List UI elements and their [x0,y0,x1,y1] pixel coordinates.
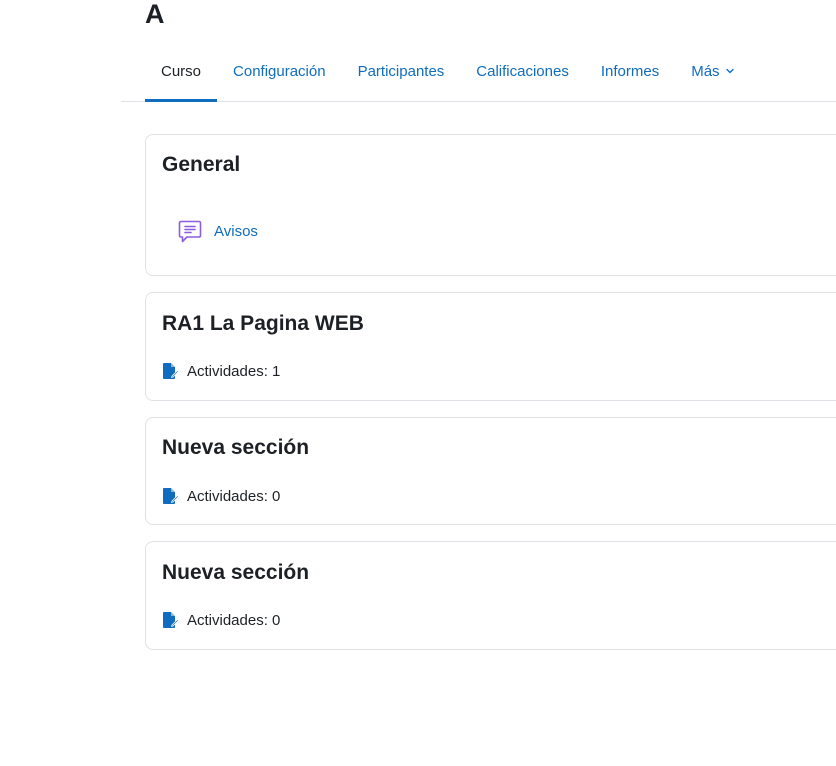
tab-label: Informes [600,62,660,80]
course-section: Nueva sección Actividades: 0 [145,541,836,650]
tab-configuracion[interactable]: Configuración [217,41,342,101]
tab-label: Calificaciones [476,62,569,80]
forum-icon [178,220,202,243]
tab-curso[interactable]: Curso [145,41,218,102]
tab-label: Configuración [233,62,326,80]
activity-count: Actividades: 1 [187,362,281,380]
tab-mas-dropdown[interactable]: Más [675,41,750,101]
tab-informes[interactable]: Informes [585,41,675,101]
tab-label: Más [691,62,720,80]
activity-link-avisos[interactable]: Avisos [214,223,258,240]
course-section-general: General Avisos [145,134,836,276]
section-activity-summary: Actividades: 0 [161,487,280,505]
secondary-navigation: Curso Configuración Participantes Califi… [121,41,836,102]
activity-count: Actividades: 0 [187,611,281,629]
course-section: Nueva sección Actividades: 0 [145,417,836,525]
activity-count: Actividades: 0 [187,487,281,505]
chevron-down-icon [725,68,734,74]
activities-icon [163,488,179,504]
section-title: General [162,153,241,176]
tab-calificaciones[interactable]: Calificaciones [460,41,585,101]
page-title: A [145,0,165,29]
tab-label: Participantes [357,62,445,80]
course-section: RA1 La Pagina WEB Actividades: 1 [145,292,836,401]
nav-tab-list: Curso Configuración Participantes Califi… [145,41,751,102]
section-activity-summary: Actividades: 0 [161,611,280,629]
activity-item[interactable]: Avisos [176,217,258,245]
section-title: Nueva sección [162,436,310,459]
section-title: Nueva sección [162,561,310,584]
tab-label: Curso [161,62,202,80]
tab-participantes[interactable]: Participantes [342,41,461,101]
section-title: RA1 La Pagina WEB [162,312,364,335]
section-activity-summary: Actividades: 1 [161,362,280,380]
activities-icon [163,363,179,379]
activities-icon [163,612,179,628]
